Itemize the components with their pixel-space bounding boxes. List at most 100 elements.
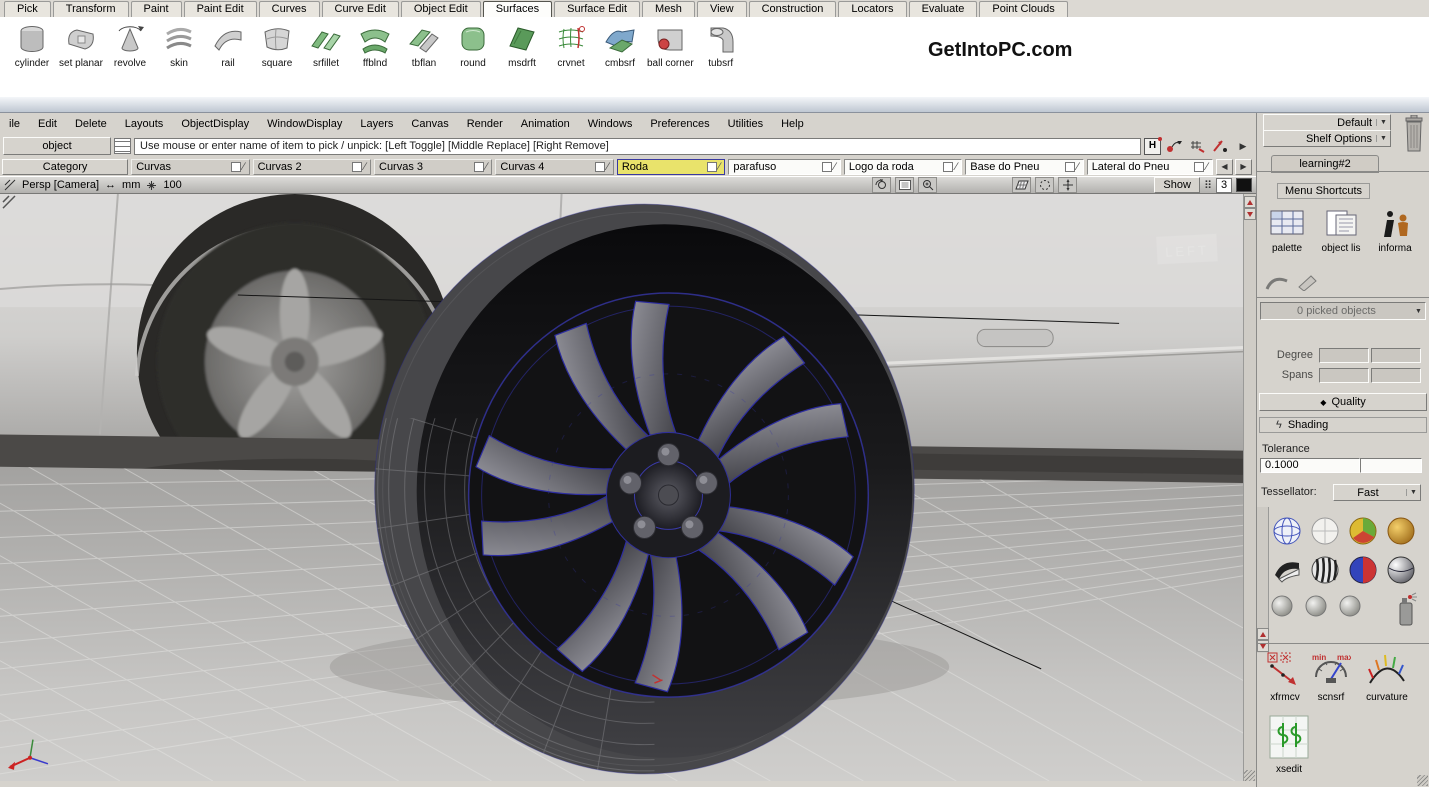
- tool-msdrft[interactable]: msdrft: [500, 22, 544, 69]
- prompt-input[interactable]: Use mouse or enter name of item to pick …: [134, 138, 1141, 155]
- tool-skin[interactable]: skin: [157, 22, 201, 69]
- tool-round[interactable]: round: [451, 22, 495, 69]
- tool-set-planar[interactable]: set planar: [59, 22, 103, 69]
- tool-cmbsrf[interactable]: cmbsrf: [598, 22, 642, 69]
- category-tab-curvas[interactable]: Curvas∕: [131, 159, 249, 175]
- category-tab-lateral-do-pneu[interactable]: Lateral do Pneu∕: [1087, 159, 1213, 175]
- spans-field-2[interactable]: [1371, 368, 1421, 383]
- shelf-options-select[interactable]: Shelf Options ▼: [1263, 130, 1391, 147]
- shelf-tab-locators[interactable]: Locators: [838, 1, 906, 17]
- visibility-checkbox[interactable]: [1065, 162, 1075, 172]
- visibility-checkbox[interactable]: [231, 162, 241, 172]
- degree-field-1[interactable]: [1319, 348, 1369, 363]
- gutter-scroll-up-button[interactable]: [1244, 196, 1256, 208]
- visibility-checkbox[interactable]: [707, 162, 717, 172]
- circle-select-icon[interactable]: [1035, 177, 1054, 193]
- picked-objects-dropdown[interactable]: 0 picked objects ▼: [1260, 302, 1426, 320]
- tabs-scroll-right-button[interactable]: ▶: [1235, 159, 1252, 175]
- shelf-tab-surface-edit[interactable]: Surface Edit: [554, 1, 640, 17]
- shelf-tab-paint-edit[interactable]: Paint Edit: [184, 1, 257, 17]
- menu-canvas[interactable]: Canvas: [402, 116, 457, 132]
- viewport-canvas[interactable]: LEFT: [0, 194, 1243, 781]
- tool-tubsrf[interactable]: tubsrf: [699, 22, 743, 69]
- shading-default-icon[interactable]: [1309, 515, 1341, 547]
- information-item[interactable]: informa: [1369, 209, 1421, 254]
- category-select[interactable]: Category: [2, 159, 128, 175]
- pick-component-icon[interactable]: [1187, 138, 1207, 155]
- tool-tbflan[interactable]: tbflan: [402, 22, 446, 69]
- menu-edit[interactable]: Edit: [29, 116, 66, 132]
- tolerance-field[interactable]: 0.1000: [1260, 458, 1360, 473]
- tool-cylinder[interactable]: cylinder: [10, 22, 54, 69]
- shading-wireframe-icon[interactable]: [1271, 515, 1303, 547]
- sphere-icon-2[interactable]: [1303, 593, 1329, 619]
- menu-file[interactable]: ile: [0, 116, 29, 132]
- tessellator-select[interactable]: Fast ▼: [1333, 484, 1421, 501]
- quality-section-header[interactable]: ◆ Quality: [1259, 393, 1427, 411]
- menu-utilities[interactable]: Utilities: [719, 116, 772, 132]
- tool-square[interactable]: square: [255, 22, 299, 69]
- tolerance-field-2[interactable]: [1360, 458, 1422, 473]
- sphere-icon-1[interactable]: [1269, 593, 1295, 619]
- panel-resize-grip[interactable]: [1417, 775, 1428, 786]
- menu-windowdisplay[interactable]: WindowDisplay: [258, 116, 351, 132]
- viewport-corner-icon[interactable]: [4, 179, 16, 191]
- shelf-tab-surfaces[interactable]: Surfaces: [483, 1, 552, 17]
- category-tab-roda[interactable]: Roda∕: [617, 159, 726, 175]
- shading-gold-icon[interactable]: [1385, 515, 1417, 547]
- menu-render[interactable]: Render: [458, 116, 512, 132]
- panel-scroll-up-button[interactable]: [1257, 628, 1269, 640]
- tool-rail[interactable]: rail: [206, 22, 250, 69]
- menu-shortcuts-button[interactable]: Menu Shortcuts: [1277, 183, 1370, 199]
- move-view-icon[interactable]: [1058, 177, 1077, 193]
- zoom-icon[interactable]: [918, 177, 937, 193]
- shelf-tab-evaluate[interactable]: Evaluate: [909, 1, 978, 17]
- wheel-model[interactable]: [375, 204, 915, 774]
- panel-dots-menu-icon[interactable]: ⠿: [1204, 179, 1212, 192]
- camera-label[interactable]: Persp [Camera]: [22, 179, 99, 191]
- layout-single-icon[interactable]: [1236, 178, 1252, 192]
- visibility-checkbox[interactable]: [943, 162, 953, 172]
- category-tab-curvas4[interactable]: Curvas 4∕: [495, 159, 613, 175]
- visibility-checkbox[interactable]: [352, 162, 362, 172]
- sphere-icon-3[interactable]: [1337, 593, 1363, 619]
- pick-object-icon[interactable]: [1164, 138, 1184, 155]
- scnsrf-tool[interactable]: minmax: [1309, 651, 1353, 692]
- paint-brush-icon[interactable]: [1271, 554, 1303, 586]
- show-button[interactable]: Show: [1154, 177, 1200, 193]
- spans-field-1[interactable]: [1319, 368, 1369, 383]
- category-tab-base-do-pneu[interactable]: Base do Pneu∕: [965, 159, 1083, 175]
- shelf-tab-curve-edit[interactable]: Curve Edit: [322, 1, 399, 17]
- redblue-shade-icon[interactable]: [1347, 554, 1379, 586]
- tumble-camera-icon[interactable]: [872, 177, 891, 193]
- pane-count-field[interactable]: 3: [1216, 178, 1232, 193]
- shelf-tab-point-clouds[interactable]: Point Clouds: [979, 1, 1067, 17]
- clipped-shelf-icon-2[interactable]: [1297, 273, 1321, 294]
- snap-magnet-icon[interactable]: [1210, 138, 1230, 155]
- grid-plane-icon[interactable]: [1012, 177, 1031, 193]
- object-lister-item[interactable]: object lis: [1315, 209, 1367, 254]
- shelf-tab-pick[interactable]: Pick: [4, 1, 51, 17]
- menu-preferences[interactable]: Preferences: [641, 116, 718, 132]
- shelf-tab-paint[interactable]: Paint: [131, 1, 182, 17]
- visibility-checkbox[interactable]: [822, 162, 832, 172]
- shelf-tab-construction[interactable]: Construction: [749, 1, 837, 17]
- tool-crvnet[interactable]: crvnet: [549, 22, 593, 69]
- prompt-history-icon[interactable]: [114, 138, 131, 154]
- lookat-page-icon[interactable]: [895, 177, 914, 193]
- category-tab-logo-da-roda[interactable]: Logo da roda∕: [844, 159, 962, 175]
- shading-row[interactable]: ϟ Shading: [1259, 417, 1427, 433]
- tool-srfillet[interactable]: srfillet: [304, 22, 348, 69]
- tool-revolve[interactable]: revolve: [108, 22, 152, 69]
- tool-ball-corner[interactable]: ball corner: [647, 22, 694, 69]
- tool-ffblnd[interactable]: ffblnd: [353, 22, 397, 69]
- menu-windows[interactable]: Windows: [579, 116, 642, 132]
- shelf-tab-transform[interactable]: Transform: [53, 1, 129, 17]
- shelf-tab-mesh[interactable]: Mesh: [642, 1, 695, 17]
- curvature-tool[interactable]: [1357, 651, 1417, 692]
- h-button[interactable]: H: [1144, 138, 1161, 155]
- zebra-stripes-icon[interactable]: [1309, 554, 1341, 586]
- shelf-tab-object-edit[interactable]: Object Edit: [401, 1, 481, 17]
- palette-shelf-item[interactable]: palette: [1261, 209, 1313, 254]
- gutter-scroll-down-button[interactable]: [1244, 208, 1256, 220]
